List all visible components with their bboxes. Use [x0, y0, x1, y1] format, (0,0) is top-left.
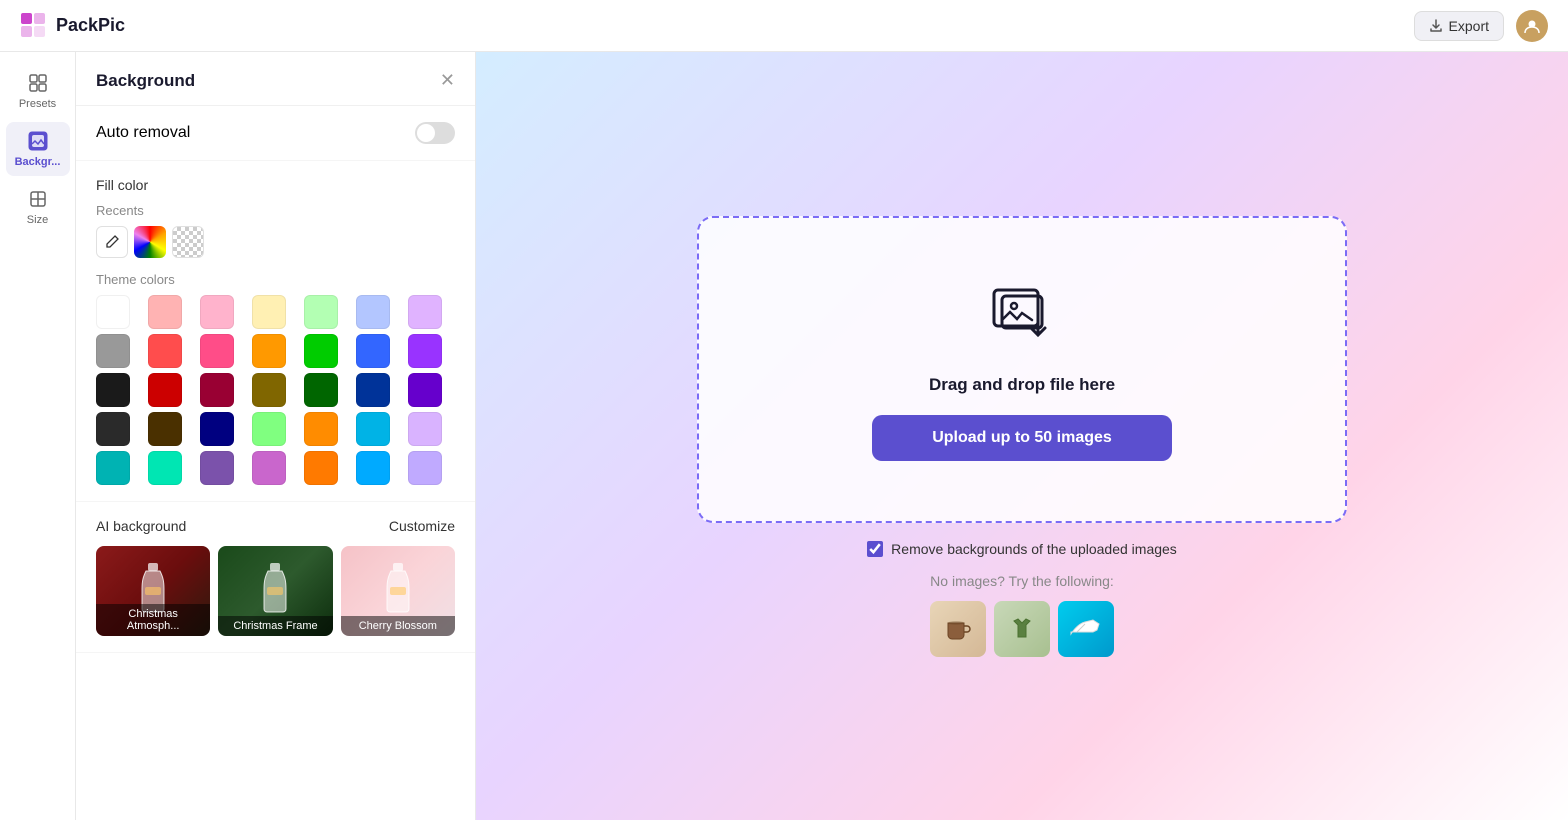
ai-background-item-0[interactable]: Christmas Atmosph...: [96, 546, 210, 636]
main-canvas-area: Drag and drop file here Upload up to 50 …: [476, 52, 1568, 820]
theme-colors-label: Theme colors: [96, 272, 455, 287]
color-swatch[interactable]: [304, 295, 338, 329]
user-avatar[interactable]: [1516, 10, 1548, 42]
sample-images-row: [930, 601, 1114, 657]
color-swatch[interactable]: [304, 451, 338, 485]
remove-bg-label: Remove backgrounds of the uploaded image…: [891, 541, 1177, 557]
color-swatch[interactable]: [356, 295, 390, 329]
below-upload-area: Remove backgrounds of the uploaded image…: [867, 523, 1177, 657]
sidebar-item-background[interactable]: Backgr...: [6, 122, 70, 176]
sample-image-shoe[interactable]: [1058, 601, 1114, 657]
avatar-icon: [1523, 17, 1541, 35]
color-swatch[interactable]: [148, 334, 182, 368]
transparent-swatch[interactable]: [172, 226, 204, 258]
remove-bg-checkbox[interactable]: [867, 541, 883, 557]
panel-header: Background ✕: [76, 52, 475, 106]
logo-icon: [20, 12, 48, 40]
fill-color-section: Fill color Recents Theme colors: [76, 161, 475, 502]
rainbow-swatch[interactable]: [134, 226, 166, 258]
color-swatch[interactable]: [304, 334, 338, 368]
color-swatch[interactable]: [408, 334, 442, 368]
auto-removal-toggle[interactable]: [415, 122, 455, 144]
sidebar-item-size[interactable]: Size: [6, 180, 70, 234]
logo: PackPic: [20, 12, 125, 40]
color-swatch[interactable]: [408, 295, 442, 329]
auto-removal-row: Auto removal: [96, 122, 455, 144]
header-right: Export: [1414, 10, 1548, 42]
pen-swatch[interactable]: [96, 226, 128, 258]
color-swatch[interactable]: [148, 295, 182, 329]
color-swatch[interactable]: [356, 334, 390, 368]
color-swatch[interactable]: [356, 373, 390, 407]
color-swatch[interactable]: [200, 334, 234, 368]
upload-icon: [986, 278, 1058, 355]
color-swatch[interactable]: [408, 412, 442, 446]
color-swatch[interactable]: [96, 295, 130, 329]
color-swatch[interactable]: [408, 451, 442, 485]
color-swatch[interactable]: [304, 373, 338, 407]
customize-link[interactable]: Customize: [389, 518, 455, 534]
color-grid: [96, 295, 455, 485]
color-swatch[interactable]: [252, 451, 286, 485]
sidebar-item-presets[interactable]: Presets: [6, 64, 70, 118]
color-swatch[interactable]: [200, 412, 234, 446]
ai-background-grid: Christmas Atmosph... Christmas Frame Che…: [96, 546, 455, 636]
icon-sidebar: Presets Backgr... Size: [0, 52, 76, 820]
ai-section-header: AI background Customize: [96, 518, 455, 534]
ai-item-label-0: Christmas Atmosph...: [96, 604, 210, 636]
color-swatch[interactable]: [96, 412, 130, 446]
color-swatch[interactable]: [252, 412, 286, 446]
color-swatch[interactable]: [148, 373, 182, 407]
size-icon: [27, 188, 49, 210]
no-images-text: No images? Try the following:: [930, 573, 1114, 589]
recents-row: [96, 226, 455, 258]
background-panel: Background ✕ Auto removal Fill color Rec…: [76, 52, 476, 820]
ai-background-item-2[interactable]: Cherry Blossom: [341, 546, 455, 636]
sample-image-coffee[interactable]: [930, 601, 986, 657]
remove-bg-checkbox-row: Remove backgrounds of the uploaded image…: [867, 541, 1177, 557]
background-icon: [27, 130, 49, 152]
color-swatch[interactable]: [148, 412, 182, 446]
panel-title: Background: [96, 71, 195, 91]
drag-drop-text: Drag and drop file here: [929, 375, 1115, 395]
color-swatch[interactable]: [408, 373, 442, 407]
app-body: Presets Backgr... Size Background ✕: [0, 52, 1568, 820]
export-button[interactable]: Export: [1414, 11, 1504, 41]
color-swatch[interactable]: [200, 451, 234, 485]
upload-drop-zone[interactable]: Drag and drop file here Upload up to 50 …: [697, 216, 1347, 523]
color-swatch[interactable]: [356, 451, 390, 485]
ai-background-section: AI background Customize Christmas Atmosp…: [76, 502, 475, 653]
ai-item-label-2: Cherry Blossom: [341, 616, 455, 636]
close-panel-button[interactable]: ✕: [440, 70, 455, 91]
recents-label: Recents: [96, 203, 455, 218]
auto-removal-section: Auto removal: [76, 106, 475, 161]
color-swatch[interactable]: [252, 373, 286, 407]
color-swatch[interactable]: [356, 412, 390, 446]
color-swatch[interactable]: [252, 295, 286, 329]
ai-background-label: AI background: [96, 518, 186, 534]
color-swatch[interactable]: [200, 373, 234, 407]
color-swatch[interactable]: [96, 451, 130, 485]
logo-text: PackPic: [56, 15, 125, 36]
color-swatch[interactable]: [252, 334, 286, 368]
auto-removal-label: Auto removal: [96, 124, 190, 142]
app-header: PackPic Export: [0, 0, 1568, 52]
ai-background-item-1[interactable]: Christmas Frame: [218, 546, 332, 636]
upload-button[interactable]: Upload up to 50 images: [872, 415, 1172, 461]
sample-image-shirt[interactable]: [994, 601, 1050, 657]
color-swatch[interactable]: [200, 295, 234, 329]
ai-item-label-1: Christmas Frame: [218, 616, 332, 636]
color-swatch[interactable]: [96, 373, 130, 407]
pen-icon: [104, 234, 120, 250]
presets-icon: [27, 72, 49, 94]
fill-color-label: Fill color: [96, 177, 455, 193]
color-swatch[interactable]: [96, 334, 130, 368]
export-icon: [1429, 19, 1443, 33]
color-swatch[interactable]: [148, 451, 182, 485]
color-swatch[interactable]: [304, 412, 338, 446]
